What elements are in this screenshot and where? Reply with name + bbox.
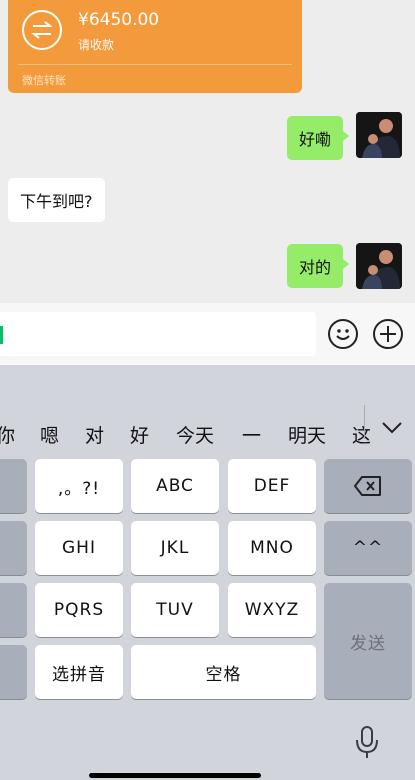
candidate-bar: 你 嗯 对 好 今天 一 明天 这	[0, 365, 415, 447]
microphone-icon	[356, 726, 378, 758]
candidate-word[interactable]: 好	[130, 421, 149, 448]
key-jkl[interactable]: JKL	[131, 521, 219, 575]
candidate-word[interactable]: 这	[352, 421, 371, 448]
key-punctuation[interactable]: ,。?!	[35, 459, 123, 513]
smiley-icon	[336, 329, 350, 340]
backspace-icon	[354, 476, 381, 496]
candidate-word[interactable]: 今天	[176, 421, 214, 448]
candidate-word[interactable]: 一	[242, 421, 261, 448]
avatar[interactable]	[356, 243, 402, 289]
candidate-divider	[364, 405, 365, 439]
left-side-key[interactable]	[0, 521, 27, 575]
candidate-word[interactable]: 嗯	[40, 421, 59, 448]
emoticon-key[interactable]: ^^	[324, 521, 412, 575]
send-key[interactable]: 发送	[324, 583, 412, 699]
left-side-key[interactable]	[0, 459, 27, 513]
text-cursor	[0, 326, 3, 344]
chevron-down-icon	[382, 422, 402, 434]
key-wxyz[interactable]: WXYZ	[228, 583, 316, 637]
transfer-amount: ¥6450.00	[78, 10, 160, 30]
more-button[interactable]	[373, 319, 403, 349]
message-input[interactable]	[0, 312, 316, 356]
candidate-word[interactable]: 你	[0, 421, 15, 448]
home-indicator	[89, 773, 261, 778]
transfer-divider	[18, 64, 292, 65]
key-def[interactable]: DEF	[228, 459, 316, 513]
transfer-card[interactable]: ¥6450.00 请收款 微信转账	[8, 0, 302, 93]
key-abc[interactable]: ABC	[131, 459, 219, 513]
avatar[interactable]	[356, 112, 402, 158]
plus-icon	[380, 326, 396, 342]
input-bar	[0, 303, 415, 365]
key-mno[interactable]: MNO	[228, 521, 316, 575]
keyboard: 你 嗯 对 好 今天 一 明天 这 ,。?! ABC DEF GHI JKL M…	[0, 365, 415, 780]
transfer-status: 请收款	[78, 38, 115, 52]
space-key[interactable]: 空格	[131, 645, 316, 699]
microphone-button[interactable]	[354, 725, 380, 759]
chat-area: ¥6450.00 请收款 微信转账 好嘞 下午到吧? 对的	[0, 0, 415, 303]
delete-key[interactable]	[324, 459, 412, 513]
key-tuv[interactable]: TUV	[131, 583, 219, 637]
key-ghi[interactable]: GHI	[35, 521, 123, 575]
expand-candidates-button[interactable]	[372, 415, 412, 445]
candidate-word[interactable]: 对	[85, 421, 104, 448]
message-bubble-incoming[interactable]: 下午到吧?	[8, 178, 105, 222]
candidate-word[interactable]: 明天	[288, 421, 326, 448]
left-side-key[interactable]	[0, 645, 27, 699]
transfer-icon	[22, 10, 62, 50]
pinyin-select-key[interactable]: 选拼音	[35, 645, 123, 699]
emoji-button[interactable]	[328, 319, 358, 349]
left-side-key[interactable]	[0, 583, 27, 637]
transfer-footer: 微信转账	[22, 74, 66, 87]
message-bubble-outgoing[interactable]: 对的	[286, 244, 350, 288]
message-bubble-outgoing[interactable]: 好嘞	[286, 116, 350, 160]
key-pqrs[interactable]: PQRS	[35, 583, 123, 637]
